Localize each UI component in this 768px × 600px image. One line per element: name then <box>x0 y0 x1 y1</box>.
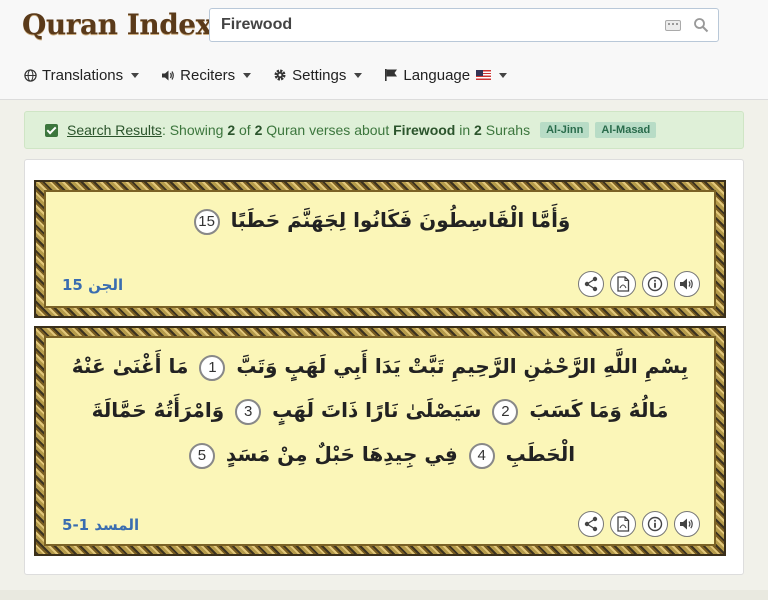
verse-segment: وَأَمَّا الْقَاسِطُونَ فَكَانُوا لِجَهَن… <box>230 208 571 232</box>
verse-segment: بِسْمِ اللَّهِ الرَّحْمَٰنِ الرَّحِيمِ ت… <box>236 354 689 378</box>
search-box <box>209 8 719 42</box>
results-text: Quran verses about <box>262 122 394 138</box>
chevron-down-icon <box>499 72 508 78</box>
chevron-down-icon <box>243 72 252 78</box>
share-button[interactable] <box>578 271 604 297</box>
pdf-button[interactable] <box>610 271 636 297</box>
verse-reference[interactable]: المسد 1-5 <box>62 516 139 534</box>
verse-text: بِسْمِ اللَّهِ الرَّحْمَٰنِ الرَّحِيمِ ت… <box>68 344 692 476</box>
chevron-down-icon <box>131 72 140 78</box>
audio-icon <box>680 278 693 290</box>
nav-settings[interactable]: Settings <box>273 62 363 88</box>
info-button[interactable] <box>642 271 668 297</box>
surah-tag-al-jinn[interactable]: Al-Jinn <box>540 122 590 138</box>
page-footer <box>0 590 768 600</box>
verse-text: وَأَمَّا الْقَاسِطُونَ فَكَانُوا لِجَهَن… <box>68 198 692 242</box>
main-nav: Translations Reciters Settings Language <box>24 62 529 88</box>
verses-panel: وَأَمَّا الْقَاسِطُونَ فَكَانُوا لِجَهَن… <box>24 159 744 575</box>
verse-number: 15 <box>193 208 220 235</box>
nav-translations-label: Translations <box>42 66 124 84</box>
speaker-icon <box>162 70 175 80</box>
results-text: of <box>235 122 255 138</box>
chevron-down-icon <box>354 72 363 78</box>
search-input[interactable] <box>221 9 651 41</box>
pdf-button[interactable] <box>610 511 636 537</box>
nav-reciters[interactable]: Reciters <box>161 62 252 88</box>
verse-segment: سَيَصْلَىٰ نَارًا ذَاتَ لَهَبٍ <box>272 398 482 422</box>
verse-number: 2 <box>492 398 519 425</box>
info-icon <box>647 516 663 532</box>
share-icon <box>584 276 598 292</box>
audio-button[interactable] <box>674 511 700 537</box>
logo-text: Quran Index <box>22 8 212 41</box>
results-text: Surahs <box>481 122 531 138</box>
globe-icon <box>24 68 37 82</box>
verse-number: 1 <box>199 354 226 381</box>
share-button[interactable] <box>578 511 604 537</box>
results-query: Firewood <box>393 122 456 138</box>
flag-icon <box>385 69 398 81</box>
gear-icon <box>274 69 286 81</box>
info-button[interactable] <box>642 511 668 537</box>
verse-card: وَأَمَّا الْقَاسِطُونَ فَكَانُوا لِجَهَن… <box>34 180 726 318</box>
verse-actions <box>578 271 700 297</box>
nav-settings-label: Settings <box>292 66 347 84</box>
nav-language-label: Language <box>403 66 471 84</box>
search-results-link[interactable]: Search Results <box>67 122 162 138</box>
search-results-bar: Search Results : Showing 2 of 2 Quran ve… <box>24 111 744 149</box>
verse-inner: بِسْمِ اللَّهِ الرَّحْمَٰنِ الرَّحِيمِ ت… <box>44 336 716 546</box>
verse-number: 3 <box>235 398 262 425</box>
us-flag-icon <box>476 70 492 80</box>
verse-actions <box>578 511 700 537</box>
header: Quran Index⚔ Translations Reciters <box>0 0 768 100</box>
info-icon <box>647 276 663 292</box>
verse-number: 5 <box>188 442 215 469</box>
logo[interactable]: Quran Index⚔ <box>22 8 234 41</box>
results-text: : Showing <box>161 122 228 138</box>
audio-button[interactable] <box>674 271 700 297</box>
nav-reciters-label: Reciters <box>180 66 236 84</box>
nav-language[interactable]: Language <box>384 62 508 88</box>
verse-reference[interactable]: الجن 15 <box>62 276 123 294</box>
verse-number: 4 <box>468 442 495 469</box>
results-total-count: 2 <box>254 122 263 138</box>
pdf-icon <box>617 276 630 292</box>
verse-inner: وَأَمَّا الْقَاسِطُونَ فَكَانُوا لِجَهَن… <box>44 190 716 308</box>
pdf-icon <box>617 516 630 532</box>
results-surah-count: 2 <box>474 122 482 138</box>
checkbox-icon <box>45 123 58 137</box>
keyboard-icon[interactable] <box>665 20 681 31</box>
audio-icon <box>680 518 693 530</box>
surah-tag-al-masad[interactable]: Al-Masad <box>595 122 657 138</box>
nav-translations[interactable]: Translations <box>24 62 140 88</box>
results-text: in <box>455 122 475 138</box>
share-icon <box>584 516 598 532</box>
results-shown-count: 2 <box>227 122 236 138</box>
verse-segment: فِي جِيدِهَا حَبْلٌ مِنْ مَسَدٍ <box>225 442 458 466</box>
verse-card: بِسْمِ اللَّهِ الرَّحْمَٰنِ الرَّحِيمِ ت… <box>34 326 726 556</box>
search-icon[interactable] <box>693 17 709 33</box>
